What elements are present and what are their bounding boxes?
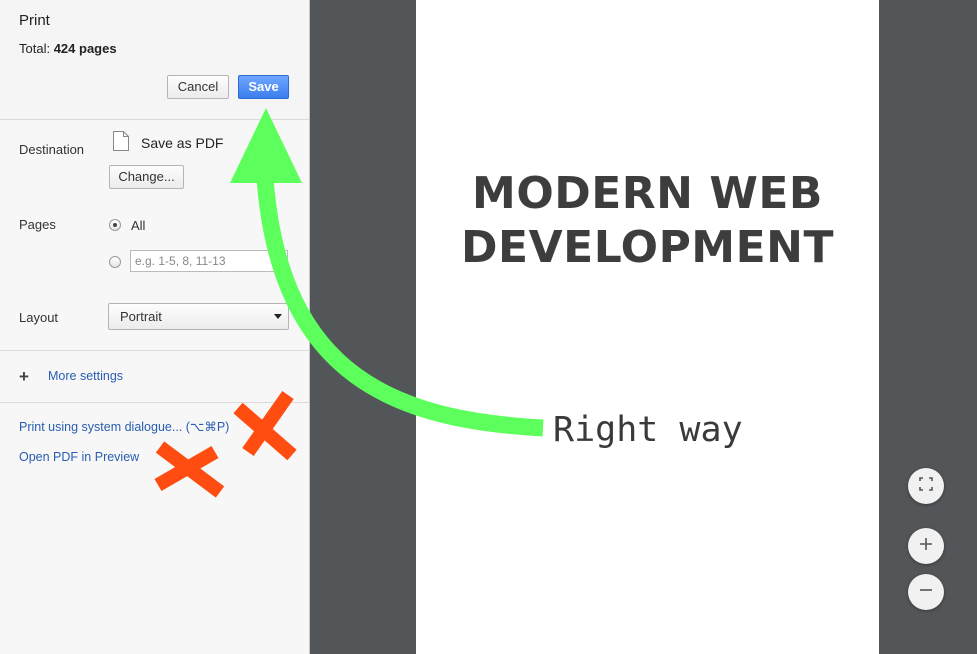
pages-range-radio[interactable]: [109, 256, 121, 268]
document-title-line1: MODERN WEB: [472, 168, 823, 219]
print-preview-area: MODERN WEB DEVELOPMENT: [310, 0, 977, 654]
destination-label: Destination: [19, 142, 85, 157]
layout-selected-value: Portrait: [120, 309, 162, 324]
fit-to-page-button[interactable]: [908, 468, 944, 504]
total-value: 424 pages: [53, 41, 117, 56]
plus-icon[interactable]: +: [19, 368, 29, 385]
pages-all-label: All: [131, 218, 146, 233]
zoom-in-icon: [919, 537, 933, 556]
divider: [0, 402, 309, 403]
save-button[interactable]: Save: [238, 75, 289, 99]
dialog-title: Print: [19, 12, 50, 29]
print-settings-panel: Print Total: 424 pages Cancel Save Desti…: [0, 0, 310, 654]
total-label: Total:: [19, 41, 51, 56]
pages-all-radio[interactable]: [109, 219, 121, 231]
zoom-out-button[interactable]: [908, 574, 944, 610]
preview-page: MODERN WEB DEVELOPMENT: [416, 0, 879, 654]
layout-label: Layout: [19, 310, 59, 325]
pages-label: Pages: [19, 217, 56, 232]
zoom-in-button[interactable]: [908, 528, 944, 564]
divider: [0, 350, 309, 351]
total-pages: Total: 424 pages: [19, 41, 117, 56]
chevron-down-icon: [274, 314, 282, 319]
zoom-out-icon: [919, 583, 933, 602]
change-destination-button[interactable]: Change...: [109, 165, 184, 189]
layout-select[interactable]: Portrait: [108, 303, 289, 330]
pages-range-input[interactable]: [130, 250, 288, 272]
cancel-button[interactable]: Cancel: [167, 75, 229, 99]
more-settings-link[interactable]: More settings: [48, 369, 123, 383]
print-header: Print Total: 424 pages Cancel Save: [0, 0, 309, 120]
system-dialogue-link[interactable]: Print using system dialogue... (⌥⌘P): [19, 419, 229, 434]
right-way-annotation: Right way: [553, 410, 743, 450]
document-title-line2: DEVELOPMENT: [461, 222, 834, 273]
open-pdf-preview-link[interactable]: Open PDF in Preview: [19, 450, 139, 464]
destination-name: Save as PDF: [141, 135, 224, 151]
file-icon: [113, 131, 129, 151]
fit-to-page-icon: [919, 476, 933, 496]
